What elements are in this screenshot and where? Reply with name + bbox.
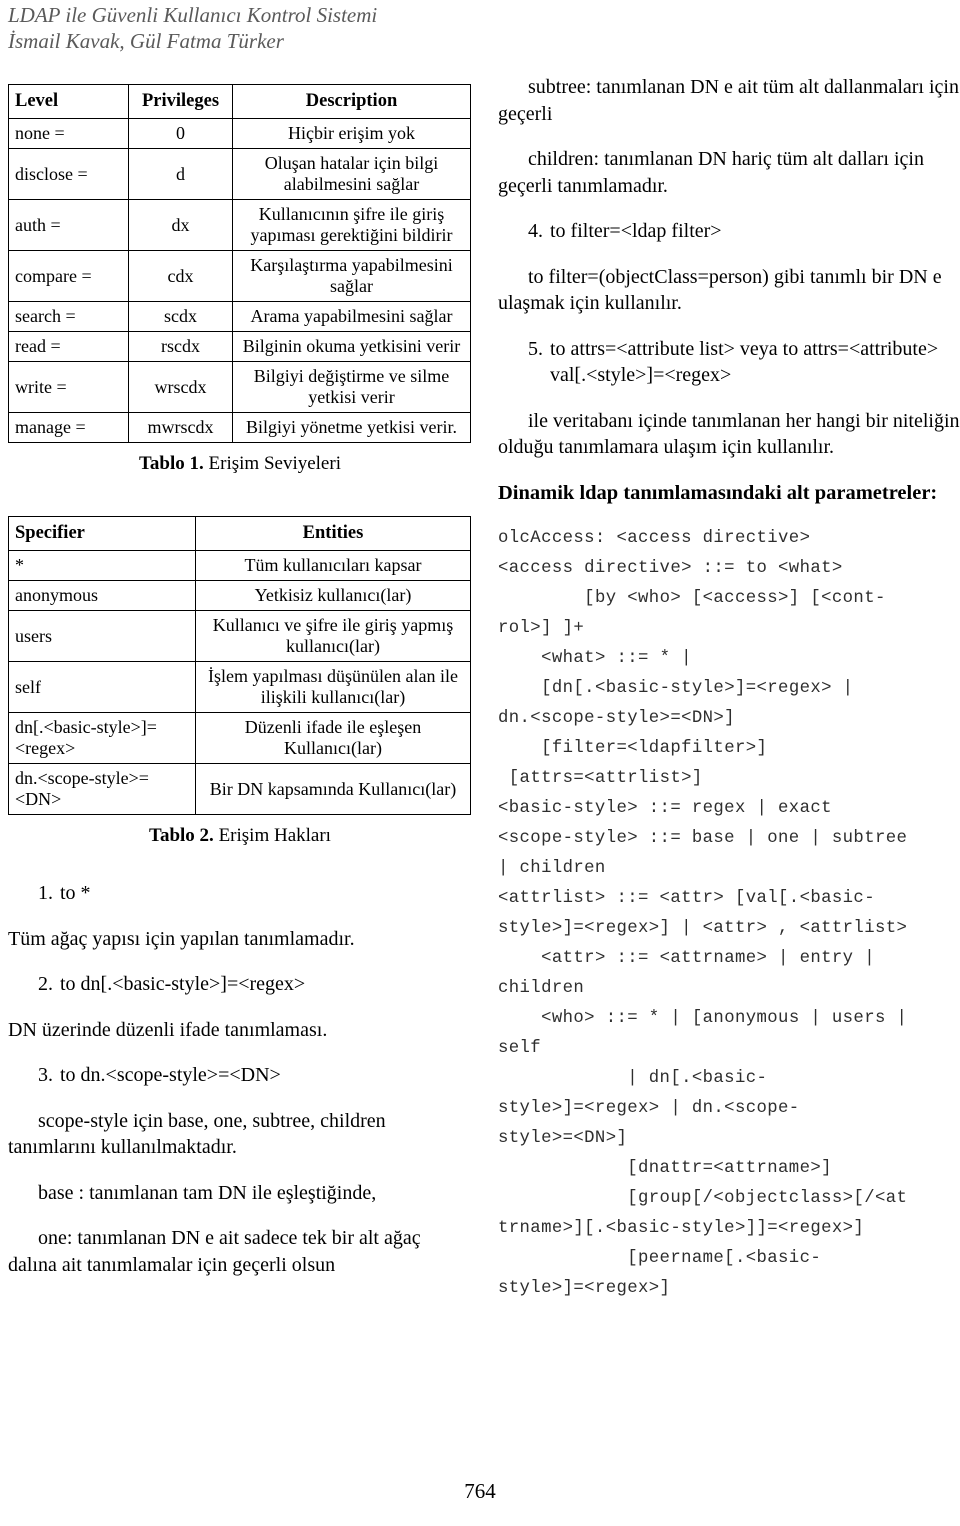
table2-cell-specifier: anonymous [8, 580, 196, 611]
table1-header-level: Level [8, 84, 129, 119]
right-column: subtree: tanımlanan DN e ait tüm alt dal… [498, 74, 960, 1304]
table-row: dn.<scope-style>=<DN> Bir DN kapsamında … [8, 763, 471, 815]
table1-cell-level: search = [8, 301, 129, 332]
paragraph-dn-uzerinde: DN üzerinde düzenli ifade tanımlaması. [8, 1018, 328, 1041]
table-row: anonymous Yetkisiz kullanıcı(lar) [8, 580, 471, 611]
list-item: 2. to dn[.<basic-style>]=<regex> [8, 971, 472, 998]
table2-cell-specifier: users [8, 610, 196, 662]
paragraph-subtree: subtree: tanımlanan DN e ait tüm alt dal… [498, 76, 959, 125]
table2-cell-specifier: dn.<scope-style>=<DN> [8, 763, 196, 815]
table1-cell-description: Bilgiyi değiştirme ve silme yetkisi veri… [232, 361, 471, 413]
table1-cell-description: Bilginin okuma yetkisini verir [232, 331, 471, 362]
table1-cell-level: write = [8, 361, 129, 413]
table-row: none = 0 Hiçbir erişim yok [8, 118, 471, 149]
table1-cell-description: Bilgiyi yönetme yetkisi verir. [232, 412, 471, 443]
table1-cell-privileges: dx [128, 199, 233, 251]
table-row: search = scdx Arama yapabilmesini sağlar [8, 301, 471, 332]
paragraph-tum-agac: Tüm ağaç yapısı için yapılan tanımlamadı… [8, 927, 355, 950]
table2-cell-entities: Kullanıcı ve şifre ile giriş yapmış kull… [195, 610, 471, 662]
table2-caption: Tablo 2. Erişim Hakları [8, 824, 472, 848]
table2-cell-entities: Tüm kullanıcıları kapsar [195, 550, 471, 581]
table1-header-privileges: Privileges [128, 84, 233, 119]
table1-cell-privileges: scdx [128, 301, 233, 332]
table2-header-specifier: Specifier [8, 516, 196, 551]
table1-cell-level: manage = [8, 412, 129, 443]
table2-cell-entities: Bir DN kapsamında Kullanıcı(lar) [195, 763, 471, 815]
list-item-number: 5. [528, 337, 543, 360]
table-row: auth = dx Kullanıcının şifre ile giriş y… [8, 199, 471, 251]
table1-cell-level: compare = [8, 250, 129, 302]
table2-caption-text: Erişim Hakları [213, 825, 331, 846]
paragraph-ile-veritabani: ile veritabanı içinde tanımlanan her han… [498, 409, 960, 459]
table-spacer [8, 476, 472, 516]
table1-cell-privileges: mwrscdx [128, 412, 233, 443]
table-row: read = rscdx Bilginin okuma yetkisini ve… [8, 331, 471, 362]
table1-cell-privileges: wrscdx [128, 361, 233, 413]
table2-cell-specifier: * [8, 550, 196, 581]
table2-caption-label: Tablo 2. [149, 825, 214, 846]
access-rights-table: Specifier Entities * Tüm kullanıcıları k… [8, 516, 471, 815]
table-row: compare = cdx Karşılaştırma yapabilmesin… [8, 250, 471, 302]
table-row: write = wrscdx Bilgiyi değiştirme ve sil… [8, 361, 471, 413]
paragraph-to-filter: to filter=(objectClass=person) gibi tanı… [498, 265, 942, 315]
table2-cell-entities: Düzenli ifade ile eşleşen Kullanıcı(lar) [195, 712, 471, 764]
table1-cell-level: none = [8, 118, 129, 149]
table1-cell-description: Hiçbir erişim yok [232, 118, 471, 149]
table1-cell-description: Arama yapabilmesini sağlar [232, 301, 471, 332]
list-item: 3. to dn.<scope-style>=<DN> [8, 1062, 472, 1089]
table-row: users Kullanıcı ve şifre ile giriş yapmı… [8, 610, 471, 662]
subheading-dinamik-ldap: Dinamik ldap tanımlamasındaki alt parame… [498, 481, 938, 504]
left-column: Level Privileges Description none = 0 Hi… [8, 84, 472, 1297]
list-item: 1. to * [8, 880, 472, 907]
table1-cell-privileges: 0 [128, 118, 233, 149]
list-item: 4. to filter=<ldap filter> [498, 218, 960, 245]
list-item-number: 4. [528, 220, 543, 242]
table1-caption-label: Tablo 1. [139, 453, 204, 474]
table-header-row: Level Privileges Description [8, 84, 471, 119]
page-number: 764 [464, 1479, 496, 1503]
table-row: dn[.<basic-style>]=<regex> Düzenli ifade… [8, 712, 471, 764]
running-head-authors: İsmail Kavak, Gül Fatma Türker [8, 29, 284, 53]
running-head: LDAP ile Güvenli Kullanıcı Kontrol Siste… [8, 2, 628, 54]
table-row: disclose = d Oluşan hatalar için bilgi a… [8, 148, 471, 200]
list-item-label: to dn.<scope-style>=<DN> [60, 1064, 281, 1086]
table-header-row: Specifier Entities [8, 516, 471, 551]
table1-cell-privileges: cdx [128, 250, 233, 302]
table1-cell-level: auth = [8, 199, 129, 251]
list-item-label: to filter=<ldap filter> [550, 220, 722, 242]
table2-header-entities: Entities [195, 516, 471, 551]
table1-header-description: Description [232, 84, 471, 119]
paragraph-base: base : tanımlanan tam DN ile eşleştiğind… [38, 1181, 377, 1204]
table1-cell-level: read = [8, 331, 129, 362]
table2-cell-specifier: dn[.<basic-style>]=<regex> [8, 712, 196, 764]
table1-cell-description: Kullanıcının şifre ile giriş yapıması ge… [232, 199, 471, 251]
table1-cell-description: Oluşan hatalar için bilgi alabilmesini s… [232, 148, 471, 200]
paragraph-scope-style: scope-style için base, one, subtree, chi… [8, 1109, 386, 1159]
list-item-label: to attrs=<attribute list> veya to attrs=… [550, 337, 939, 387]
list-item: 5. to attrs=<attribute list> veya to att… [498, 336, 960, 389]
paragraph-children: children: tanımlanan DN hariç tüm alt da… [498, 148, 924, 197]
list-item-number: 1. [38, 882, 53, 904]
table1-cell-level: disclose = [8, 148, 129, 200]
table-row: self İşlem yapılması düşünülen alan ile … [8, 661, 471, 713]
table2-cell-specifier: self [8, 661, 196, 713]
running-head-title: LDAP ile Güvenli Kullanıcı Kontrol Siste… [8, 3, 378, 27]
table-row: manage = mwrscdx Bilgiyi yönetme yetkisi… [8, 412, 471, 443]
table2-cell-entities: Yetkisiz kullanıcı(lar) [195, 580, 471, 611]
table1-caption: Tablo 1. Erişim Seviyeleri [8, 452, 472, 476]
table1-cell-privileges: rscdx [128, 331, 233, 362]
table-row: * Tüm kullanıcıları kapsar [8, 550, 471, 581]
list-item-label: to dn[.<basic-style>]=<regex> [60, 973, 306, 995]
list-item-label: to * [60, 882, 91, 904]
olcaccess-code-block: olcAccess: <access directive> <access di… [498, 528, 908, 1298]
access-levels-table: Level Privileges Description none = 0 Hi… [8, 84, 471, 443]
table1-cell-privileges: d [128, 148, 233, 200]
paragraph-one: one: tanımlanan DN e ait sadece tek bir … [8, 1227, 421, 1276]
table1-caption-text: Erişim Seviyeleri [203, 453, 341, 474]
list-item-number: 3. [38, 1064, 53, 1086]
list-item-number: 2. [38, 973, 53, 995]
table1-cell-description: Karşılaştırma yapabilmesini sağlar [232, 250, 471, 302]
table2-cell-entities: İşlem yapılması düşünülen alan ile ilişk… [195, 661, 471, 713]
